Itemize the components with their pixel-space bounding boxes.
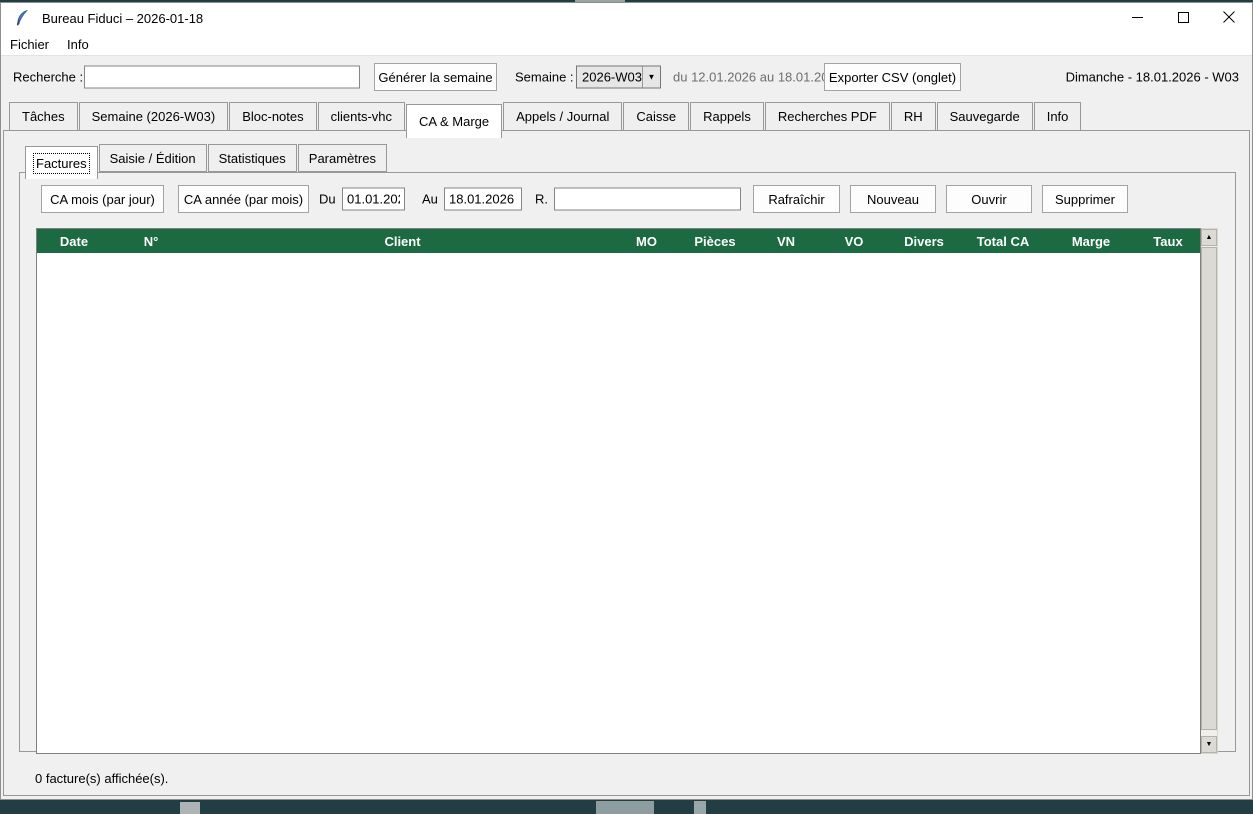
status-text: 0 facture(s) affichée(s). xyxy=(35,771,168,786)
week-label: Semaine : xyxy=(515,70,574,85)
r-filter-input[interactable] xyxy=(554,188,741,211)
scroll-down-icon: ▼ xyxy=(1206,741,1213,748)
window-title: Bureau Fiduci – 2026-01-18 xyxy=(42,11,203,26)
table-column-header[interactable]: Divers xyxy=(887,229,961,253)
maximize-icon xyxy=(1178,11,1189,26)
menu-bar: Fichier Info xyxy=(1,33,1252,56)
table-column-header[interactable]: VO xyxy=(821,229,887,253)
feather-app-icon xyxy=(14,10,30,26)
table-column-header[interactable]: Total CA xyxy=(961,229,1045,253)
minimize-icon xyxy=(1132,11,1143,26)
sub-tab[interactable]: Statistiques xyxy=(208,144,297,172)
table-column-header[interactable]: MO xyxy=(614,229,679,253)
main-tab[interactable]: Appels / Journal xyxy=(503,102,622,131)
desktop-background-fragment xyxy=(596,801,654,814)
main-tab[interactable]: Tâches xyxy=(9,102,78,131)
main-tab[interactable]: Rappels xyxy=(690,102,764,131)
to-date-label: Au xyxy=(422,192,438,207)
invoice-table: Date N° Client MO Pièces VN VO Divers xyxy=(36,228,1218,754)
export-csv-button[interactable]: Exporter CSV (onglet) xyxy=(824,63,961,91)
main-tab[interactable]: clients-vhc xyxy=(318,102,405,131)
sub-tab[interactable]: Saisie / Édition xyxy=(99,144,207,172)
main-tab[interactable]: Semaine (2026-W03) xyxy=(79,102,229,131)
toolbar: Recherche : Générer la semaine Semaine :… xyxy=(1,57,1252,97)
menu-item[interactable]: Info xyxy=(58,33,98,55)
table-column-header[interactable]: Date xyxy=(37,229,111,253)
sub-tab-bar: Factures Saisie / Édition Statistiques P… xyxy=(25,142,388,179)
to-date-input[interactable] xyxy=(444,188,522,211)
open-button[interactable]: Ouvrir xyxy=(946,185,1032,213)
close-button[interactable] xyxy=(1206,3,1252,33)
delete-button[interactable]: Supprimer xyxy=(1042,185,1128,213)
chevron-down-icon[interactable]: ▼ xyxy=(642,67,660,88)
r-filter-label: R. xyxy=(535,192,548,207)
main-tab[interactable]: Caisse xyxy=(623,102,689,131)
table-column-header[interactable]: Taux xyxy=(1137,229,1199,253)
title-bar[interactable]: Bureau Fiduci – 2026-01-18 xyxy=(1,3,1252,33)
table-body[interactable] xyxy=(37,253,1200,753)
factures-pane: CA mois (par jour) CA année (par mois) D… xyxy=(19,172,1236,752)
main-tab[interactable]: Sauvegarde xyxy=(937,102,1033,131)
generate-week-button[interactable]: Générer la semaine xyxy=(374,63,497,91)
main-tab[interactable]: Recherches PDF xyxy=(765,102,890,131)
main-tab[interactable]: RH xyxy=(891,102,936,131)
status-bar: 0 facture(s) affichée(s). xyxy=(35,771,168,786)
desktop-background-fragment xyxy=(180,802,200,814)
vertical-scrollbar[interactable]: ▲ ▼ xyxy=(1201,228,1218,754)
table-column-header[interactable]: Client xyxy=(191,229,614,253)
main-tab[interactable]: Bloc-notes xyxy=(229,102,316,131)
maximize-button[interactable] xyxy=(1160,3,1206,33)
week-combobox-value: 2026-W03 xyxy=(577,70,642,85)
main-tab-bar: Tâches Semaine (2026-W03) Bloc-notes cli… xyxy=(9,100,1082,138)
from-date-input[interactable] xyxy=(342,188,405,211)
app-window: Bureau Fiduci – 2026-01-18 Fichier Info … xyxy=(0,2,1253,800)
scroll-down-button[interactable]: ▼ xyxy=(1201,736,1217,753)
desktop-background-fragment xyxy=(694,801,706,814)
search-input[interactable] xyxy=(84,66,360,89)
invoice-treeview[interactable]: Date N° Client MO Pièces VN VO Divers xyxy=(36,228,1201,754)
week-combobox[interactable]: 2026-W03 ▼ xyxy=(576,66,661,89)
close-icon xyxy=(1223,11,1235,26)
table-column-header[interactable]: N° xyxy=(111,229,191,253)
ca-month-button[interactable]: CA mois (par jour) xyxy=(41,185,164,213)
search-label: Recherche : xyxy=(13,70,83,85)
table-column-header[interactable]: Marge xyxy=(1045,229,1137,253)
week-range-label: du 12.01.2026 au 18.01.2026 xyxy=(673,70,843,85)
main-tab[interactable]: CA & Marge xyxy=(406,104,502,138)
from-date-label: Du xyxy=(319,192,336,207)
scroll-up-icon: ▲ xyxy=(1206,234,1213,241)
scroll-up-button[interactable]: ▲ xyxy=(1201,229,1217,246)
refresh-button[interactable]: Rafraîchir xyxy=(753,185,840,213)
scrollbar-thumb[interactable] xyxy=(1201,247,1217,730)
sub-tab[interactable]: Factures xyxy=(25,146,98,179)
main-tab[interactable]: Info xyxy=(1034,102,1082,131)
new-button[interactable]: Nouveau xyxy=(850,185,936,213)
table-column-header[interactable]: VN xyxy=(751,229,821,253)
minimize-button[interactable] xyxy=(1114,3,1160,33)
menu-item[interactable]: Fichier xyxy=(1,33,58,55)
table-header-row: Date N° Client MO Pièces VN VO Divers xyxy=(37,229,1200,253)
sub-tab[interactable]: Paramètres xyxy=(298,144,387,172)
ca-year-button[interactable]: CA année (par mois) xyxy=(178,185,309,213)
filter-row: CA mois (par jour) CA année (par mois) D… xyxy=(20,185,1235,213)
table-column-header[interactable]: Pièces xyxy=(679,229,751,253)
current-date-label: Dimanche - 18.01.2026 - W03 xyxy=(1066,70,1239,85)
